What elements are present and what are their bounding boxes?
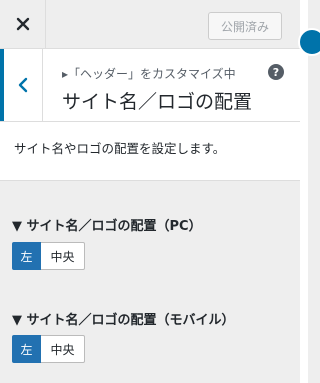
mobile-position-label: ▼ サイト名／ロゴの配置（モバイル） xyxy=(12,313,235,328)
close-icon xyxy=(16,17,29,31)
help-icon[interactable]: ? xyxy=(268,64,284,80)
pc-position-toggle: 左 中央 xyxy=(12,242,85,270)
mobile-left-button[interactable]: 左 xyxy=(12,335,41,363)
section-header: ▸「ヘッダー」をカスタマイズ中 サイト名／ロゴの配置 ? xyxy=(0,49,300,122)
description-text: サイト名やロゴの配置を設定します。 xyxy=(14,141,226,156)
customizer-topbar: 公開済み xyxy=(0,0,300,49)
section-title: サイト名／ロゴの配置 xyxy=(62,91,253,113)
back-button[interactable] xyxy=(0,49,43,121)
publish-button[interactable]: 公開済み xyxy=(208,12,282,40)
breadcrumb: ▸「ヘッダー」をカスタマイズ中 xyxy=(62,67,236,81)
edit-shortcut-icon[interactable] xyxy=(298,28,320,56)
pc-left-button[interactable]: 左 xyxy=(12,242,41,270)
pc-position-label: ▼ サイト名／ロゴの配置（PC） xyxy=(12,219,202,234)
preview-edge xyxy=(300,0,308,383)
mobile-center-button[interactable]: 中央 xyxy=(41,335,85,363)
chevron-left-icon xyxy=(18,77,28,93)
close-button[interactable] xyxy=(0,0,46,48)
section-description: サイト名やロゴの配置を設定します。 xyxy=(0,122,300,181)
mobile-position-toggle: 左 中央 xyxy=(12,335,85,363)
pc-center-button[interactable]: 中央 xyxy=(41,242,85,270)
